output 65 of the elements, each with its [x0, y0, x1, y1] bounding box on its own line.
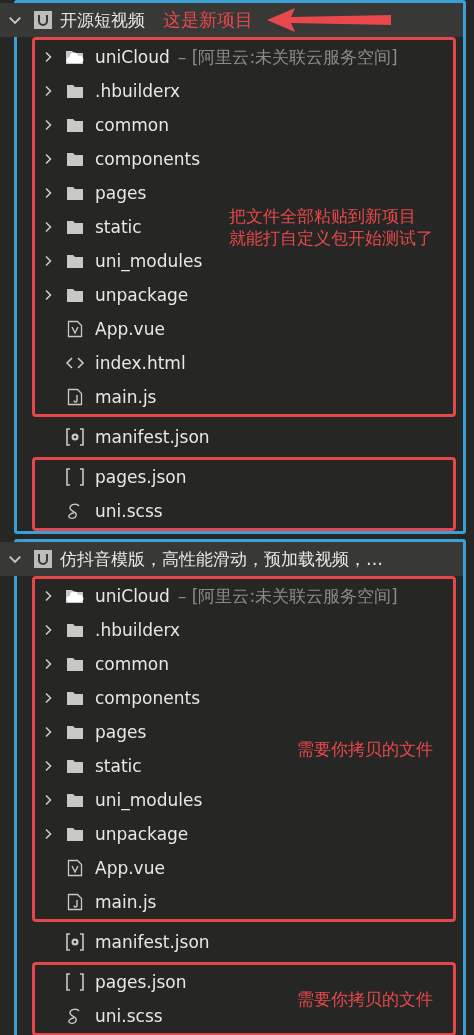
file-name[interactable]: index.html — [95, 353, 186, 373]
file-name[interactable]: uniCloud — [95, 586, 170, 606]
file-name[interactable]: uni_modules — [95, 790, 203, 810]
gear-brackets-icon — [65, 933, 85, 951]
file-name[interactable]: main.js — [95, 892, 157, 912]
project-name: 开源短视频 — [60, 8, 145, 32]
annotation-text: 就能打自定义包开始测试了 — [229, 227, 433, 250]
file-name[interactable]: uniCloud — [95, 47, 170, 67]
project-row[interactable]: 开源短视频 这是新项目 — [0, 3, 463, 37]
file-name[interactable]: .hbuilderx — [95, 81, 181, 101]
file-name[interactable]: uni.scss — [95, 1006, 163, 1026]
file-name[interactable]: common — [95, 654, 170, 674]
folder-icon — [66, 219, 84, 235]
folder-icon — [66, 622, 84, 638]
folder-icon — [66, 826, 84, 842]
folder-icon — [66, 758, 84, 774]
file-name[interactable]: components — [95, 149, 201, 169]
project-icon — [34, 11, 52, 29]
file-name[interactable]: .hbuilderx — [95, 620, 181, 640]
project-icon — [34, 550, 52, 568]
folder-icon — [66, 151, 84, 167]
file-name[interactable]: components — [95, 688, 201, 708]
gear-brackets-icon — [65, 428, 85, 446]
cloud-space-label: – [阿里云:未关联云服务空间] — [177, 45, 398, 69]
folder-icon — [66, 792, 84, 808]
file-name[interactable]: main.js — [95, 387, 157, 407]
vue-file-icon — [67, 320, 83, 338]
brackets-icon — [65, 468, 85, 486]
cloud-space-label: – [阿里云:未关联云服务空间] — [177, 584, 398, 608]
folder-icon — [66, 83, 84, 99]
file-name[interactable]: App.vue — [95, 319, 165, 339]
folder-icon — [66, 185, 84, 201]
folder-icon — [66, 656, 84, 672]
file-name[interactable]: pages.json — [95, 972, 187, 992]
cloud-folder-icon — [65, 49, 85, 65]
js-file-icon — [67, 893, 83, 911]
folder-icon — [66, 253, 84, 269]
project-row[interactable]: 仿抖音模版，高性能滑动，预加载视频，… — [0, 542, 463, 576]
file-name[interactable]: static — [95, 756, 142, 776]
annotation-text: 需要你拷贝的文件 — [297, 987, 433, 1011]
annotation-text: 这是新项目 — [163, 8, 253, 32]
file-name[interactable]: uni_modules — [95, 251, 203, 271]
file-name[interactable]: common — [95, 115, 170, 135]
folder-icon — [66, 287, 84, 303]
folder-icon — [66, 117, 84, 133]
file-name[interactable]: uni.scss — [95, 501, 163, 521]
project-name: 仿抖音模版，高性能滑动，预加载视频，… — [60, 547, 383, 571]
file-name[interactable]: manifest.json — [95, 932, 210, 952]
vue-file-icon — [67, 859, 83, 877]
file-name[interactable]: unpackage — [95, 824, 189, 844]
file-name[interactable]: pages.json — [95, 467, 187, 487]
file-name[interactable]: manifest.json — [95, 427, 210, 447]
annotation-text: 需要你拷贝的文件 — [297, 737, 433, 761]
file-name[interactable]: static — [95, 217, 142, 237]
annotation-text: 把文件全部粘贴到新项目 — [229, 204, 417, 227]
folder-icon — [66, 690, 84, 706]
file-name[interactable]: pages — [95, 183, 147, 203]
file-name[interactable]: unpackage — [95, 285, 189, 305]
js-file-icon — [67, 388, 83, 406]
file-name[interactable]: App.vue — [95, 858, 165, 878]
brackets-icon — [65, 973, 85, 991]
code-brackets-icon — [65, 357, 85, 369]
file-name[interactable]: pages — [95, 722, 147, 742]
cloud-folder-icon — [65, 588, 85, 604]
folder-icon — [66, 724, 84, 740]
